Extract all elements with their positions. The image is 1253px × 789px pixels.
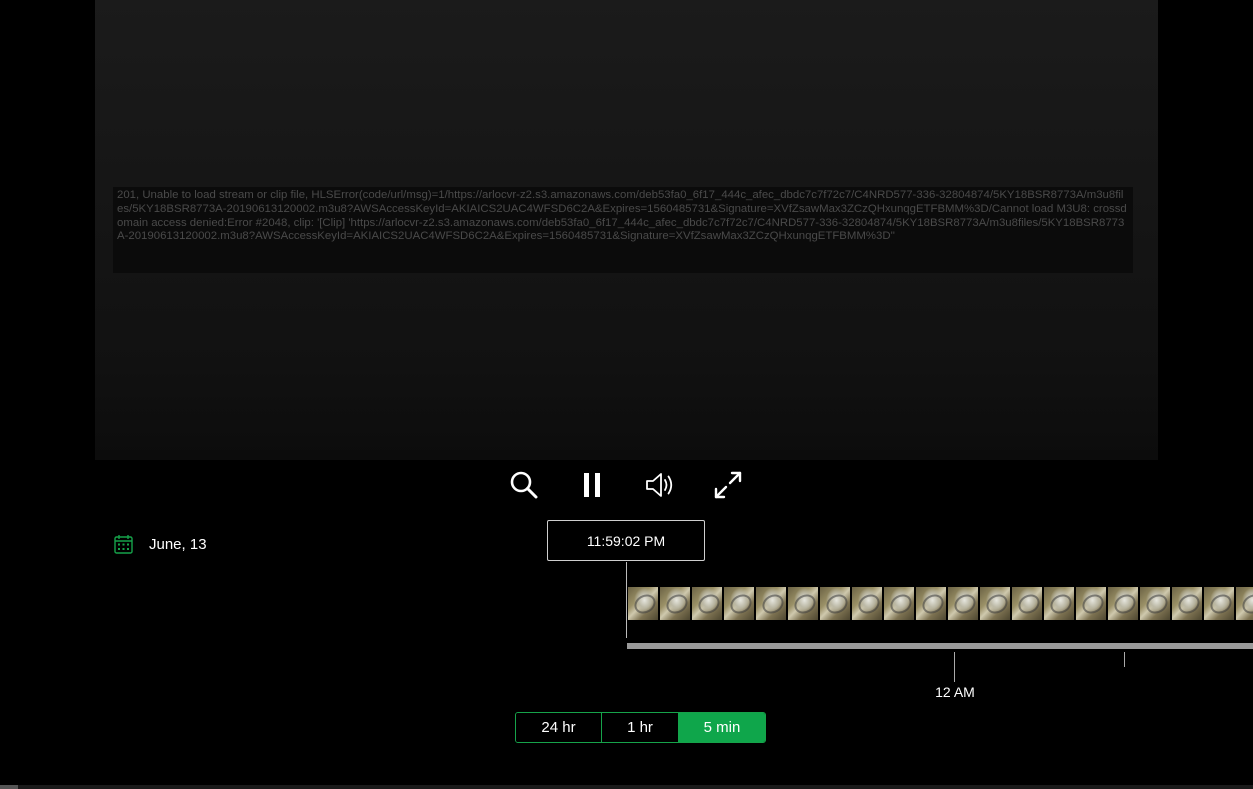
clip-thumbnail[interactable] [820,587,850,620]
search-icon [510,471,538,499]
volume-button[interactable] [643,468,677,502]
clip-thumbnail[interactable] [724,587,754,620]
timeline-tick-minor [1124,652,1125,667]
range-5min-button[interactable]: 5 min [678,713,765,742]
error-message: 201, Unable to load stream or clip file,… [113,187,1133,273]
volume-icon [646,473,673,497]
clip-thumbnail[interactable] [788,587,818,620]
timeline-bar[interactable] [627,643,1253,649]
calendar-icon [114,535,133,554]
search-button[interactable] [507,468,541,502]
video-player[interactable]: 201, Unable to load stream or clip file,… [95,0,1158,460]
horizontal-scrollbar[interactable] [0,785,1253,789]
clip-thumbnail[interactable] [916,587,946,620]
range-1hr-button[interactable]: 1 hr [601,713,678,742]
clip-thumbnail[interactable] [948,587,978,620]
date-picker[interactable]: June, 13 [114,534,207,554]
clip-thumbnail[interactable] [1044,587,1074,620]
clip-thumbnail[interactable] [756,587,786,620]
timeline-cursor[interactable] [626,562,627,638]
arlo-player-page: 201, Unable to load stream or clip file,… [0,0,1253,789]
clip-thumbnail[interactable] [692,587,722,620]
date-label: June, 13 [149,535,207,553]
clip-thumbnail[interactable] [852,587,882,620]
fullscreen-button[interactable] [711,468,745,502]
pause-button[interactable] [575,468,609,502]
clip-thumbnail[interactable] [1236,587,1253,620]
clip-thumbnail[interactable] [1108,587,1138,620]
clip-thumbnail[interactable] [1172,587,1202,620]
clip-thumbnail[interactable] [980,587,1010,620]
player-controls [0,468,1253,502]
pause-icon [584,473,600,497]
clip-thumbnail-strip[interactable] [628,587,1253,620]
fullscreen-icon [714,471,742,499]
time-range-selector: 24 hr 1 hr 5 min [515,712,766,743]
timeline-tick-major [954,652,955,682]
current-time-display: 11:59:02 PM [547,520,705,561]
clip-thumbnail[interactable] [1204,587,1234,620]
scrollbar-thumb[interactable] [0,785,18,789]
clip-thumbnail[interactable] [884,587,914,620]
range-24hr-button[interactable]: 24 hr [516,713,601,742]
clip-thumbnail[interactable] [628,587,658,620]
timeline-tick-label: 12 AM [935,684,975,700]
clip-thumbnail[interactable] [1012,587,1042,620]
clip-thumbnail[interactable] [1140,587,1170,620]
clip-thumbnail[interactable] [1076,587,1106,620]
clip-thumbnail[interactable] [660,587,690,620]
